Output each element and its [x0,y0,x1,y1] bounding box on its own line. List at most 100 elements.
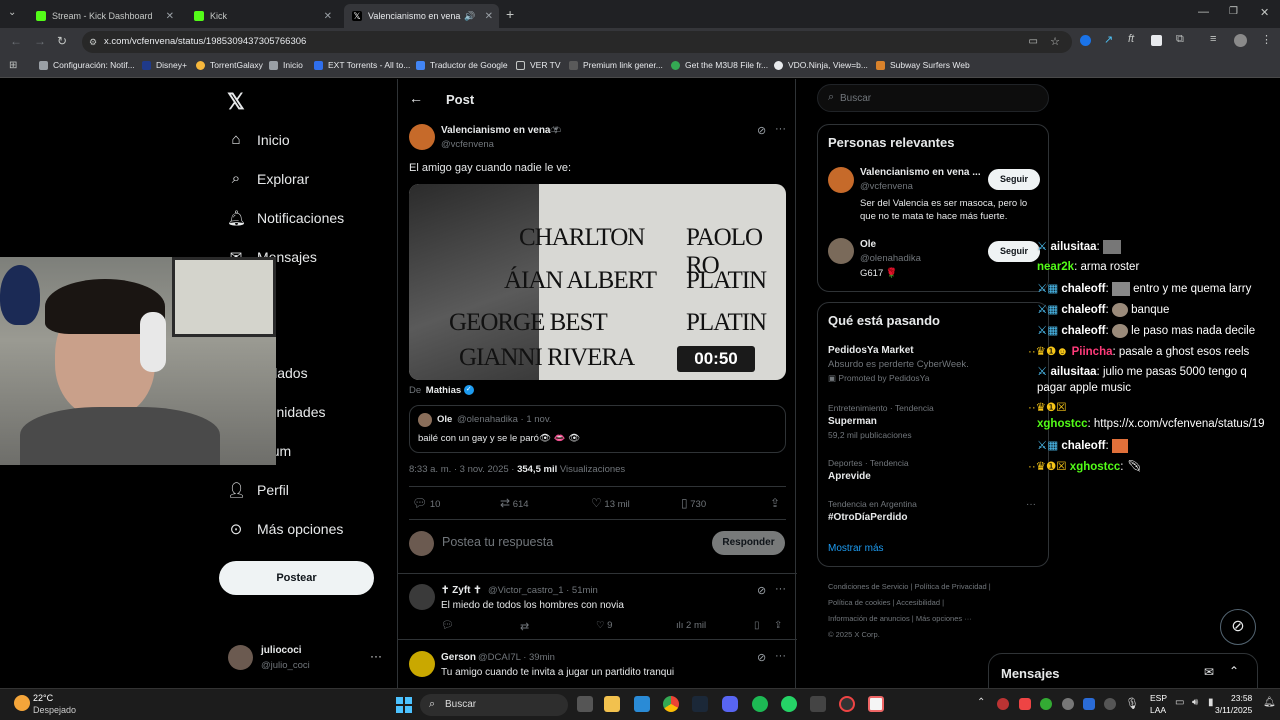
reply-avatar[interactable] [409,584,435,610]
trend-item[interactable]: Tendencia en Argentina #OtroDíaPerdido [828,499,1043,523]
tab-x-post[interactable]: 𝕏 Valencianismo en vena 🔊 ✕ [344,4,499,28]
person-avatar[interactable] [828,167,854,193]
profile-avatar[interactable] [1234,34,1247,47]
microphone-icon[interactable]: 🎙︎ [1125,697,1139,710]
app-icon[interactable] [868,696,884,712]
task-view-icon[interactable] [577,696,593,712]
nav-more[interactable]: ⊙ Más opciones [227,520,344,538]
person-avatar[interactable] [828,238,854,264]
account-menu-icon[interactable]: ··· [370,649,382,663]
bookmark-item[interactable]: TorrentGalaxy [196,60,263,70]
tray-chevron-icon[interactable]: ⌃ [977,697,985,708]
search-input[interactable]: ⌕ Buscar [817,84,1049,112]
close-tab-icon[interactable]: ✕ [166,11,174,22]
tray-app-icon[interactable] [1019,698,1031,710]
post-button[interactable]: Postear [219,561,374,595]
bookmark-item[interactable]: Subway Surfers Web [876,60,970,70]
notifications-bell-icon[interactable]: 🔔︎ [1263,697,1276,708]
close-tab-icon[interactable]: ✕ [485,11,493,22]
expand-icon[interactable]: ⌃ [1229,664,1239,678]
bookmark-item[interactable]: VDO.Ninja, View=b... [774,60,868,70]
account-avatar[interactable] [228,645,253,670]
bookmark-item[interactable]: VER TV [516,60,561,70]
tray-app-icon[interactable] [1104,698,1116,710]
speaker-icon[interactable]: 🔊 [464,11,475,22]
nav-profile[interactable]: 👤︎ Perfil [227,481,289,499]
new-message-icon[interactable]: ✉ [1204,665,1214,679]
bookmark-icon[interactable]: ▯ [754,620,760,631]
grok-icon[interactable]: ⊘ [757,124,766,137]
tray-app-icon[interactable] [1040,698,1052,710]
quoted-post[interactable]: Ole @olenahadika · 1 nov. bailé con un g… [409,405,786,453]
grok-icon[interactable]: ⊘ [757,651,766,664]
epic-games-icon[interactable] [810,696,826,712]
taskbar-search[interactable]: ⌕ Buscar [420,694,568,716]
bookmark-action[interactable]: ▯ 730 [681,496,706,510]
follow-button[interactable]: Seguir [988,169,1040,190]
extensions-puzzle-icon[interactable]: ⧉ [1176,33,1184,46]
nav-explore[interactable]: ⌕ Explorar [227,170,309,187]
post-video[interactable]: CHARLTON ÁIAN ALBERT GEORGE BEST GIANNI … [409,184,786,380]
author-name[interactable]: Valencianismo en vena [441,125,551,136]
file-explorer-icon[interactable] [604,696,620,712]
bookmark-item[interactable]: Get the M3U8 File fr... [671,60,768,70]
network-icon[interactable]: ▭ [1175,697,1184,708]
more-options-icon[interactable]: ··· [775,650,786,662]
bookmark-item[interactable]: Disney+ [142,60,187,70]
reply-post[interactable]: ✝ Zyft ✝ @Victor_castro_1 · 51min ⊘ ··· … [398,574,797,640]
reply-action[interactable]: 💬︎ 10 [412,496,440,510]
tray-app-icon[interactable] [1062,698,1074,710]
follow-button[interactable]: Seguir [988,241,1040,262]
grok-icon[interactable]: ⊘ [757,584,766,597]
show-more-link[interactable]: Mostrar más [828,543,884,554]
reading-list-icon[interactable]: ≡ [1210,33,1216,45]
tray-app-icon[interactable] [1083,698,1095,710]
forward-button[interactable]: → [34,34,46,48]
trend-more-icon[interactable]: ··· [1026,499,1036,510]
extension-icon[interactable]: ↗ [1104,33,1113,46]
cast-icon[interactable]: ▭ [1029,31,1038,53]
spotify-icon[interactable] [752,696,768,712]
extension-icon[interactable] [1080,35,1091,46]
volume-icon[interactable]: 🔊︎ [1192,697,1198,708]
site-info-icon[interactable]: ⚙ [89,31,97,53]
reply-post[interactable]: Gerson @DCAI7L · 39min ⊘ ··· Tu amigo cu… [398,641,797,688]
store-icon[interactable] [634,696,650,712]
tab-kick[interactable]: Kick ✕ [186,4,338,28]
bookmark-item[interactable]: Traductor de Google [416,60,508,70]
more-options-icon[interactable]: ··· [775,123,786,135]
nav-notifications[interactable]: 🔔︎ Notificaciones [227,209,344,227]
like-action[interactable]: ♡ 13 mil [591,496,630,510]
trend-item[interactable]: PedidosYa Market Absurdo es perderte Cyb… [828,345,1043,384]
new-tab-button[interactable]: + [506,6,514,22]
repost-icon[interactable]: ⇄ [520,620,529,633]
menu-kebab-icon[interactable]: ⋮ [1261,33,1272,46]
whatsapp-icon[interactable] [781,696,797,712]
reply-avatar[interactable] [409,651,435,677]
messages-drawer[interactable]: Mensajes ✉ ⌃ [988,653,1258,688]
minimize-button[interactable]: — [1198,6,1209,18]
tab-kick-dashboard[interactable]: Stream - Kick Dashboard ✕ [28,4,180,28]
back-button[interactable]: ← [10,34,22,48]
bookmark-item[interactable]: Inicio [269,60,303,70]
bookmark-star-icon[interactable]: ☆ [1050,31,1060,53]
reply-button[interactable]: Responder [712,531,785,555]
grok-fab-button[interactable]: ⊘ [1220,609,1256,645]
start-button[interactable] [396,697,412,713]
url-field[interactable]: ⚙ x.com/vcfenvena/status/198530943730576… [82,31,1072,53]
obs-icon[interactable] [839,696,855,712]
reply-icon[interactable]: 💬︎ [441,620,454,631]
restore-button[interactable]: ❐ [1229,6,1238,17]
back-arrow-icon[interactable]: ← [409,90,423,106]
chrome-icon[interactable] [663,696,679,712]
x-logo-icon[interactable]: 𝕏 [227,89,245,115]
trend-item[interactable]: Entretenimiento · Tendencia Superman 59,… [828,403,1043,440]
steam-icon[interactable] [692,696,708,712]
share-icon[interactable]: ⇪ [774,620,782,631]
extension-icon[interactable] [1151,35,1162,46]
nav-home[interactable]: ⌂ Inicio [227,131,289,148]
author-handle[interactable]: @vcfenvena [441,139,494,150]
bookmark-item[interactable]: Configuración: Notif... [39,60,135,70]
author-avatar[interactable] [409,124,435,150]
share-icon[interactable]: ⇪ [770,496,780,510]
